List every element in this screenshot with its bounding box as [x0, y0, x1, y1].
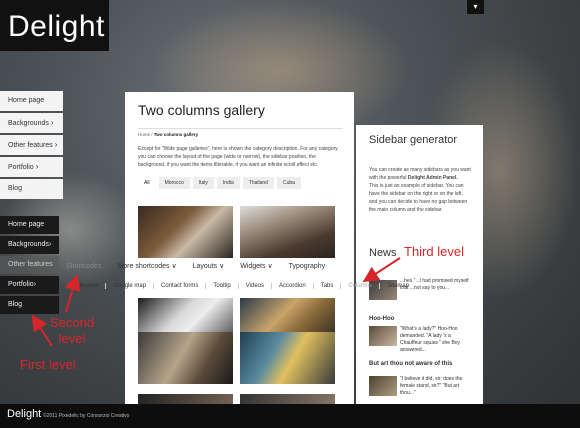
footer-copyright: ©2011 Pixedelic by Consorzio Creativo [43, 413, 130, 419]
annotation-second-level: Second level [50, 315, 95, 346]
arrow-third-level [362, 257, 401, 283]
arrow-second-level [64, 274, 81, 313]
annotation-first-level: First level [20, 357, 76, 372]
annotation-arrows [31, 257, 401, 347]
annotation-third-level: Third level [404, 244, 464, 259]
footer-logo[interactable]: Delight [7, 408, 41, 420]
site-footer: Delight ©2011 Pixedelic by Consorzio Cre… [0, 404, 580, 428]
